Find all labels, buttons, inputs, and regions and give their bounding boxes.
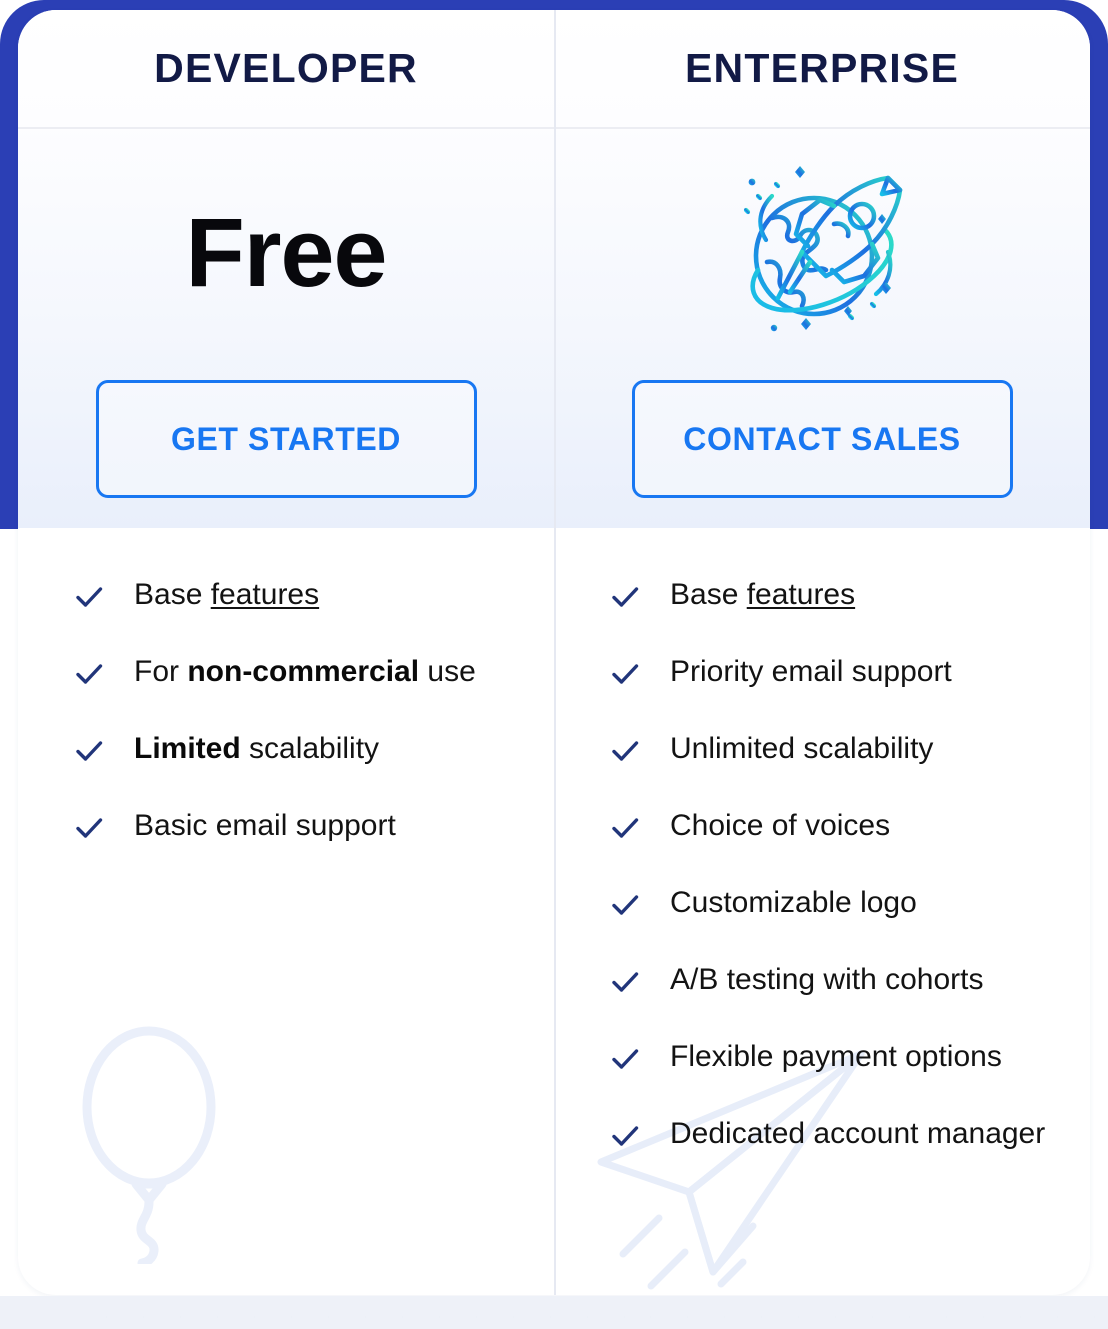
check-icon — [610, 813, 654, 843]
feature-item: Dedicated account manager — [554, 1115, 1090, 1254]
feature-emphasis: non-commercial — [187, 655, 420, 688]
check-icon — [610, 967, 654, 997]
plan-title-developer: DEVELOPER — [154, 45, 418, 91]
feature-label: Priority email support — [654, 653, 952, 691]
feature-label: Unlimited scalability — [654, 730, 933, 768]
dotted-rule-left — [88, 1314, 658, 1320]
dotted-rule-right — [632, 1314, 1102, 1320]
feature-text-part: Base — [134, 578, 211, 611]
feature-label: Base features — [654, 576, 855, 614]
feature-label: Limited scalability — [118, 730, 379, 768]
feature-label: A/B testing with cohorts — [654, 961, 983, 999]
feature-item: Priority email support — [554, 653, 1090, 730]
feature-item: Basic email support — [18, 807, 554, 884]
check-icon — [610, 659, 654, 689]
feature-emphasis: Limited — [134, 732, 241, 765]
feature-text-part: Base — [670, 578, 747, 611]
feature-list-enterprise: Base features Priority email support Unlim… — [554, 530, 1090, 1254]
plan-title-enterprise: ENTERPRISE — [685, 45, 959, 91]
pricing-card: DEVELOPER Free GET STARTED Base features… — [18, 10, 1090, 1295]
check-icon — [610, 890, 654, 920]
check-icon — [74, 813, 118, 843]
check-icon — [610, 1044, 654, 1074]
feature-item: Customizable logo — [554, 884, 1090, 961]
feature-label: Dedicated account manager — [654, 1115, 1045, 1153]
feature-label: Customizable logo — [654, 884, 917, 922]
feature-text-part: Customizable logo — [670, 886, 917, 919]
features-link[interactable]: features — [211, 578, 319, 611]
feature-text-part: Basic email support — [134, 809, 396, 842]
features-link[interactable]: features — [747, 578, 855, 611]
check-icon — [610, 736, 654, 766]
feature-item: A/B testing with cohorts — [554, 961, 1090, 1038]
feature-text-part: scalability — [240, 732, 380, 765]
feature-label: Flexible payment options — [654, 1038, 1002, 1076]
feature-text-part: For — [134, 655, 188, 688]
feature-label: For non-commercial use — [118, 653, 476, 691]
feature-label: Base features — [118, 576, 319, 614]
below-card-strip — [0, 1296, 1108, 1329]
feature-text-part: Flexible payment options — [670, 1040, 1002, 1073]
feature-text-part: use — [419, 655, 476, 688]
cta-wrap-enterprise: CONTACT SALES — [554, 377, 1090, 530]
cta-wrap-developer: GET STARTED — [18, 377, 554, 530]
get-started-button[interactable]: GET STARTED — [95, 380, 477, 498]
plan-media-developer: Free — [18, 127, 554, 377]
feature-item: Base features — [554, 576, 1090, 653]
rocket-globe-icon — [722, 152, 922, 352]
feature-item: For non-commercial use — [18, 653, 554, 730]
feature-label: Choice of voices — [654, 807, 890, 845]
plan-column-enterprise: ENTERPRISE CONTACT SALES Base features P… — [554, 10, 1090, 1295]
feature-item: Limited scalability — [18, 730, 554, 807]
check-icon — [610, 582, 654, 612]
feature-label: Basic email support — [118, 807, 396, 845]
feature-item: Flexible payment options — [554, 1038, 1090, 1115]
feature-text-part: A/B testing with cohorts — [670, 963, 984, 996]
check-icon — [74, 736, 118, 766]
contact-sales-button[interactable]: CONTACT SALES — [631, 380, 1013, 498]
check-icon — [74, 659, 118, 689]
feature-text-part: Dedicated account manager — [670, 1117, 1046, 1150]
feature-item: Base features — [18, 576, 554, 653]
plan-price-developer: Free — [185, 197, 388, 307]
feature-text-part: Priority email support — [670, 655, 952, 688]
feature-list-developer: Base features For non-commercial use Limit… — [18, 530, 554, 884]
feature-text-part: Choice of voices — [670, 809, 891, 842]
feature-item: Unlimited scalability — [554, 730, 1090, 807]
pricing-comparison-screen: DEVELOPER Free GET STARTED Base features… — [0, 0, 1108, 1329]
feature-item: Choice of voices — [554, 807, 1090, 884]
check-icon — [610, 1121, 654, 1151]
plan-media-enterprise — [554, 127, 1090, 377]
plan-columns: DEVELOPER Free GET STARTED Base features… — [18, 10, 1090, 1295]
check-icon — [74, 582, 118, 612]
plan-column-developer: DEVELOPER Free GET STARTED Base features… — [18, 10, 554, 1295]
feature-text-part: Unlimited scalability — [670, 732, 934, 765]
